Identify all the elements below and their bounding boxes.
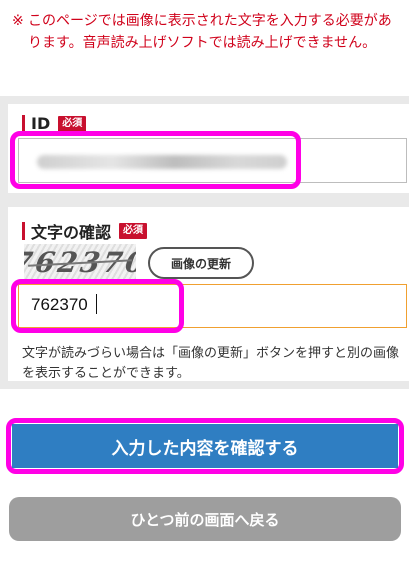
captcha-panel-inner: 文字の確認 必須 762370 画像の更新 762370 文字が読みづらい場合は…: [8, 207, 409, 381]
id-panel-inner: ID 必須: [8, 104, 409, 193]
captcha-hint: 文字が読みづらい場合は「画像の更新」ボタンを押すと別の画像を表示することができま…: [22, 346, 400, 381]
label-accent-bar: [22, 222, 25, 240]
captcha-label: 文字の確認: [31, 223, 112, 242]
back-button[interactable]: ひとつ前の画面へ戻る: [9, 497, 401, 541]
required-badge: 必須: [119, 223, 148, 239]
captcha-input-highlight: [11, 279, 184, 333]
captcha-image: 762370: [24, 244, 136, 280]
notice-message: このページでは画像に表示された文字を入力する必要があります。音声読み上げソフトで…: [28, 13, 392, 51]
id-panel: ID 必須: [0, 96, 409, 199]
notice-text-block: ※ このページでは画像に表示された文字を入力する必要があります。音声読み上げソフ…: [12, 10, 402, 54]
captcha-label-row: 文字の確認 必須: [22, 219, 148, 243]
id-input-highlight: [10, 131, 301, 189]
confirm-button[interactable]: 入力した内容を確認する: [12, 424, 398, 468]
required-badge: 必須: [58, 115, 87, 132]
notice-mark: ※: [12, 13, 24, 29]
label-accent-bar: [22, 114, 25, 133]
refresh-image-button[interactable]: 画像の更新: [148, 247, 254, 279]
captcha-panel: 文字の確認 必須 762370 画像の更新 762370 文字が読みづらい場合は…: [0, 199, 409, 389]
